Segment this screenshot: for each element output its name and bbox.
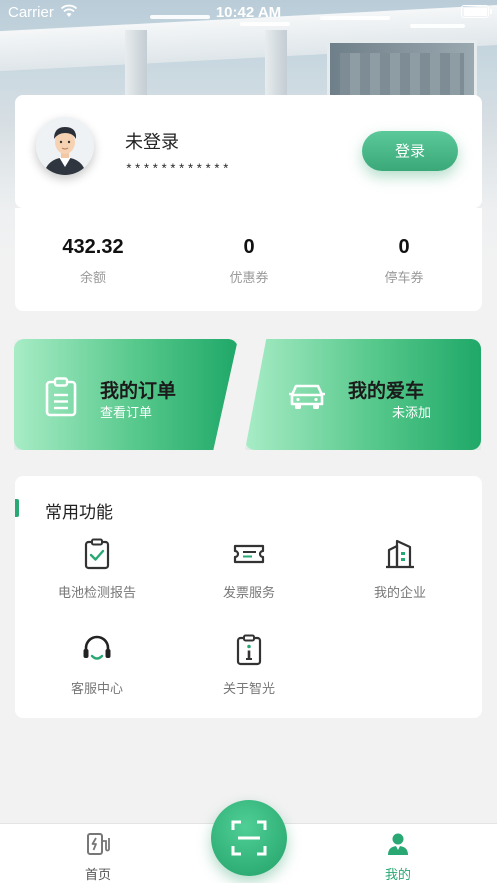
customer-service-item[interactable]: 客服中心 xyxy=(37,634,157,697)
parking-coupon-value: 0 xyxy=(398,236,410,258)
scan-icon xyxy=(231,820,267,856)
battery-icon xyxy=(461,5,492,18)
building-icon xyxy=(386,539,414,569)
balance-stat[interactable]: 432.32 余额 xyxy=(15,236,171,286)
invoice-service-item[interactable]: 发票服务 xyxy=(189,538,309,601)
scan-button[interactable] xyxy=(211,800,287,876)
clipboard-icon xyxy=(45,377,77,417)
coupon-label: 优惠券 xyxy=(229,271,269,286)
login-button[interactable]: 登录 xyxy=(362,131,458,171)
tab-home-label: 首页 xyxy=(84,868,111,883)
charging-station-icon xyxy=(87,833,110,855)
user-name: 未登录 xyxy=(125,132,179,153)
tab-mine-label: 我的 xyxy=(384,868,411,883)
wallet-stats: 432.32 余额 0 优惠券 0 停车券 xyxy=(15,208,482,311)
about-item[interactable]: 关于智光 xyxy=(189,634,309,697)
ticket-icon xyxy=(233,544,265,564)
about-label: 关于智光 xyxy=(222,682,275,697)
balance-label: 余额 xyxy=(79,271,106,286)
tab-home[interactable]: 首页 xyxy=(58,832,138,883)
invoice-service-label: 发票服务 xyxy=(222,586,275,601)
car-icon xyxy=(289,384,325,409)
tab-mine[interactable]: 我的 xyxy=(358,832,438,883)
status-bar: Carrier 10:42 AM xyxy=(0,0,497,26)
my-orders-title: 我的订单 xyxy=(100,380,177,402)
my-car-subtitle: 未添加 xyxy=(392,406,432,421)
parking-coupon-label: 停车券 xyxy=(384,271,424,286)
avatar[interactable] xyxy=(36,117,94,175)
battery-report-item[interactable]: 电池检测报告 xyxy=(37,538,157,601)
coupon-value: 0 xyxy=(243,236,255,258)
balance-value: 432.32 xyxy=(62,236,124,258)
info-document-icon xyxy=(236,634,262,666)
my-enterprise-item[interactable]: 我的企业 xyxy=(340,538,460,601)
account-number: ************ xyxy=(125,162,231,177)
my-orders-button[interactable]: 我的订单 查看订单 xyxy=(14,339,238,450)
headset-icon xyxy=(83,635,111,660)
battery-report-label: 电池检测报告 xyxy=(57,586,136,601)
clock: 10:42 AM xyxy=(215,4,282,21)
my-orders-subtitle: 查看订单 xyxy=(100,406,153,421)
common-functions-heading: 常用功能 xyxy=(45,503,113,523)
user-icon xyxy=(388,833,408,855)
common-functions-panel: 常用功能 电池检测报告 发票服务 我的企业 客服中心 关于智光 xyxy=(15,476,482,718)
my-enterprise-label: 我的企业 xyxy=(373,586,426,601)
profile-card: 未登录 ************ 登录 xyxy=(15,95,482,208)
my-car-title: 我的爱车 xyxy=(348,380,425,402)
customer-service-label: 客服中心 xyxy=(70,682,123,697)
coupon-stat[interactable]: 0 优惠券 xyxy=(171,236,327,286)
parking-coupon-stat[interactable]: 0 停车券 xyxy=(326,236,482,286)
my-car-button[interactable]: 我的爱车 未添加 xyxy=(245,339,481,450)
section-accent-bar xyxy=(15,499,19,517)
clipboard-check-icon xyxy=(84,538,110,570)
